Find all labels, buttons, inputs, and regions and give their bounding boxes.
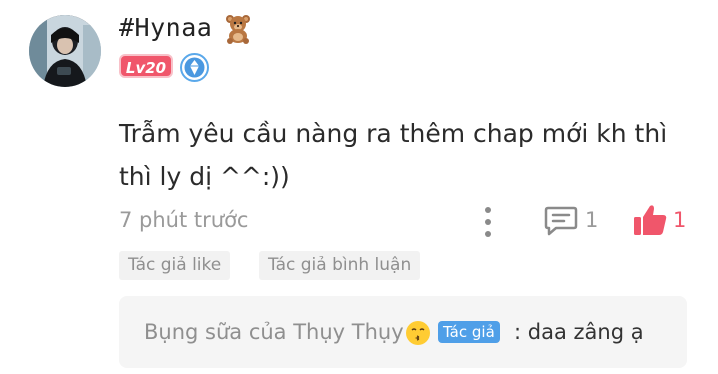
- like-count: 1: [673, 208, 687, 232]
- reply-comment-icon[interactable]: [544, 205, 578, 237]
- comment-text: Trẫm yêu cầu nàng ra thêm chap mới kh th…: [119, 119, 668, 191]
- comment-card: #Hynaa Lv20 Trẫm yêu cầu nàng ra thêm ch…: [0, 0, 718, 374]
- more-options-icon[interactable]: [477, 205, 499, 239]
- author-reply-chip: Tác giả bình luận: [259, 251, 421, 280]
- username[interactable]: #Hynaa: [119, 13, 212, 42]
- reply-author-name[interactable]: Bụng sữa của Thụy Thụy: [144, 320, 404, 344]
- reply-separator: :: [514, 320, 522, 344]
- reply-preview[interactable]: Bụng sữa của Thụy Thụy Tác giả : daa zân…: [119, 296, 687, 368]
- thumbs-up-icon[interactable]: [632, 203, 668, 237]
- teddy-bear-icon: [226, 15, 250, 44]
- author-tag: Tác giả: [438, 321, 500, 343]
- avatar[interactable]: [29, 15, 101, 87]
- reply-text: : daa zâng ạ: [514, 320, 644, 344]
- avatar-image: [29, 15, 101, 87]
- author-like-chip: Tác giả like: [119, 251, 231, 280]
- reply-count: 1: [585, 208, 599, 232]
- level-badge: Lv20: [119, 54, 173, 78]
- kissing-face-icon: [406, 321, 430, 345]
- reply-message: daa zâng ạ: [527, 320, 644, 344]
- comment-timestamp: 7 phút trước: [119, 208, 249, 232]
- verified-badge-icon: [180, 53, 209, 82]
